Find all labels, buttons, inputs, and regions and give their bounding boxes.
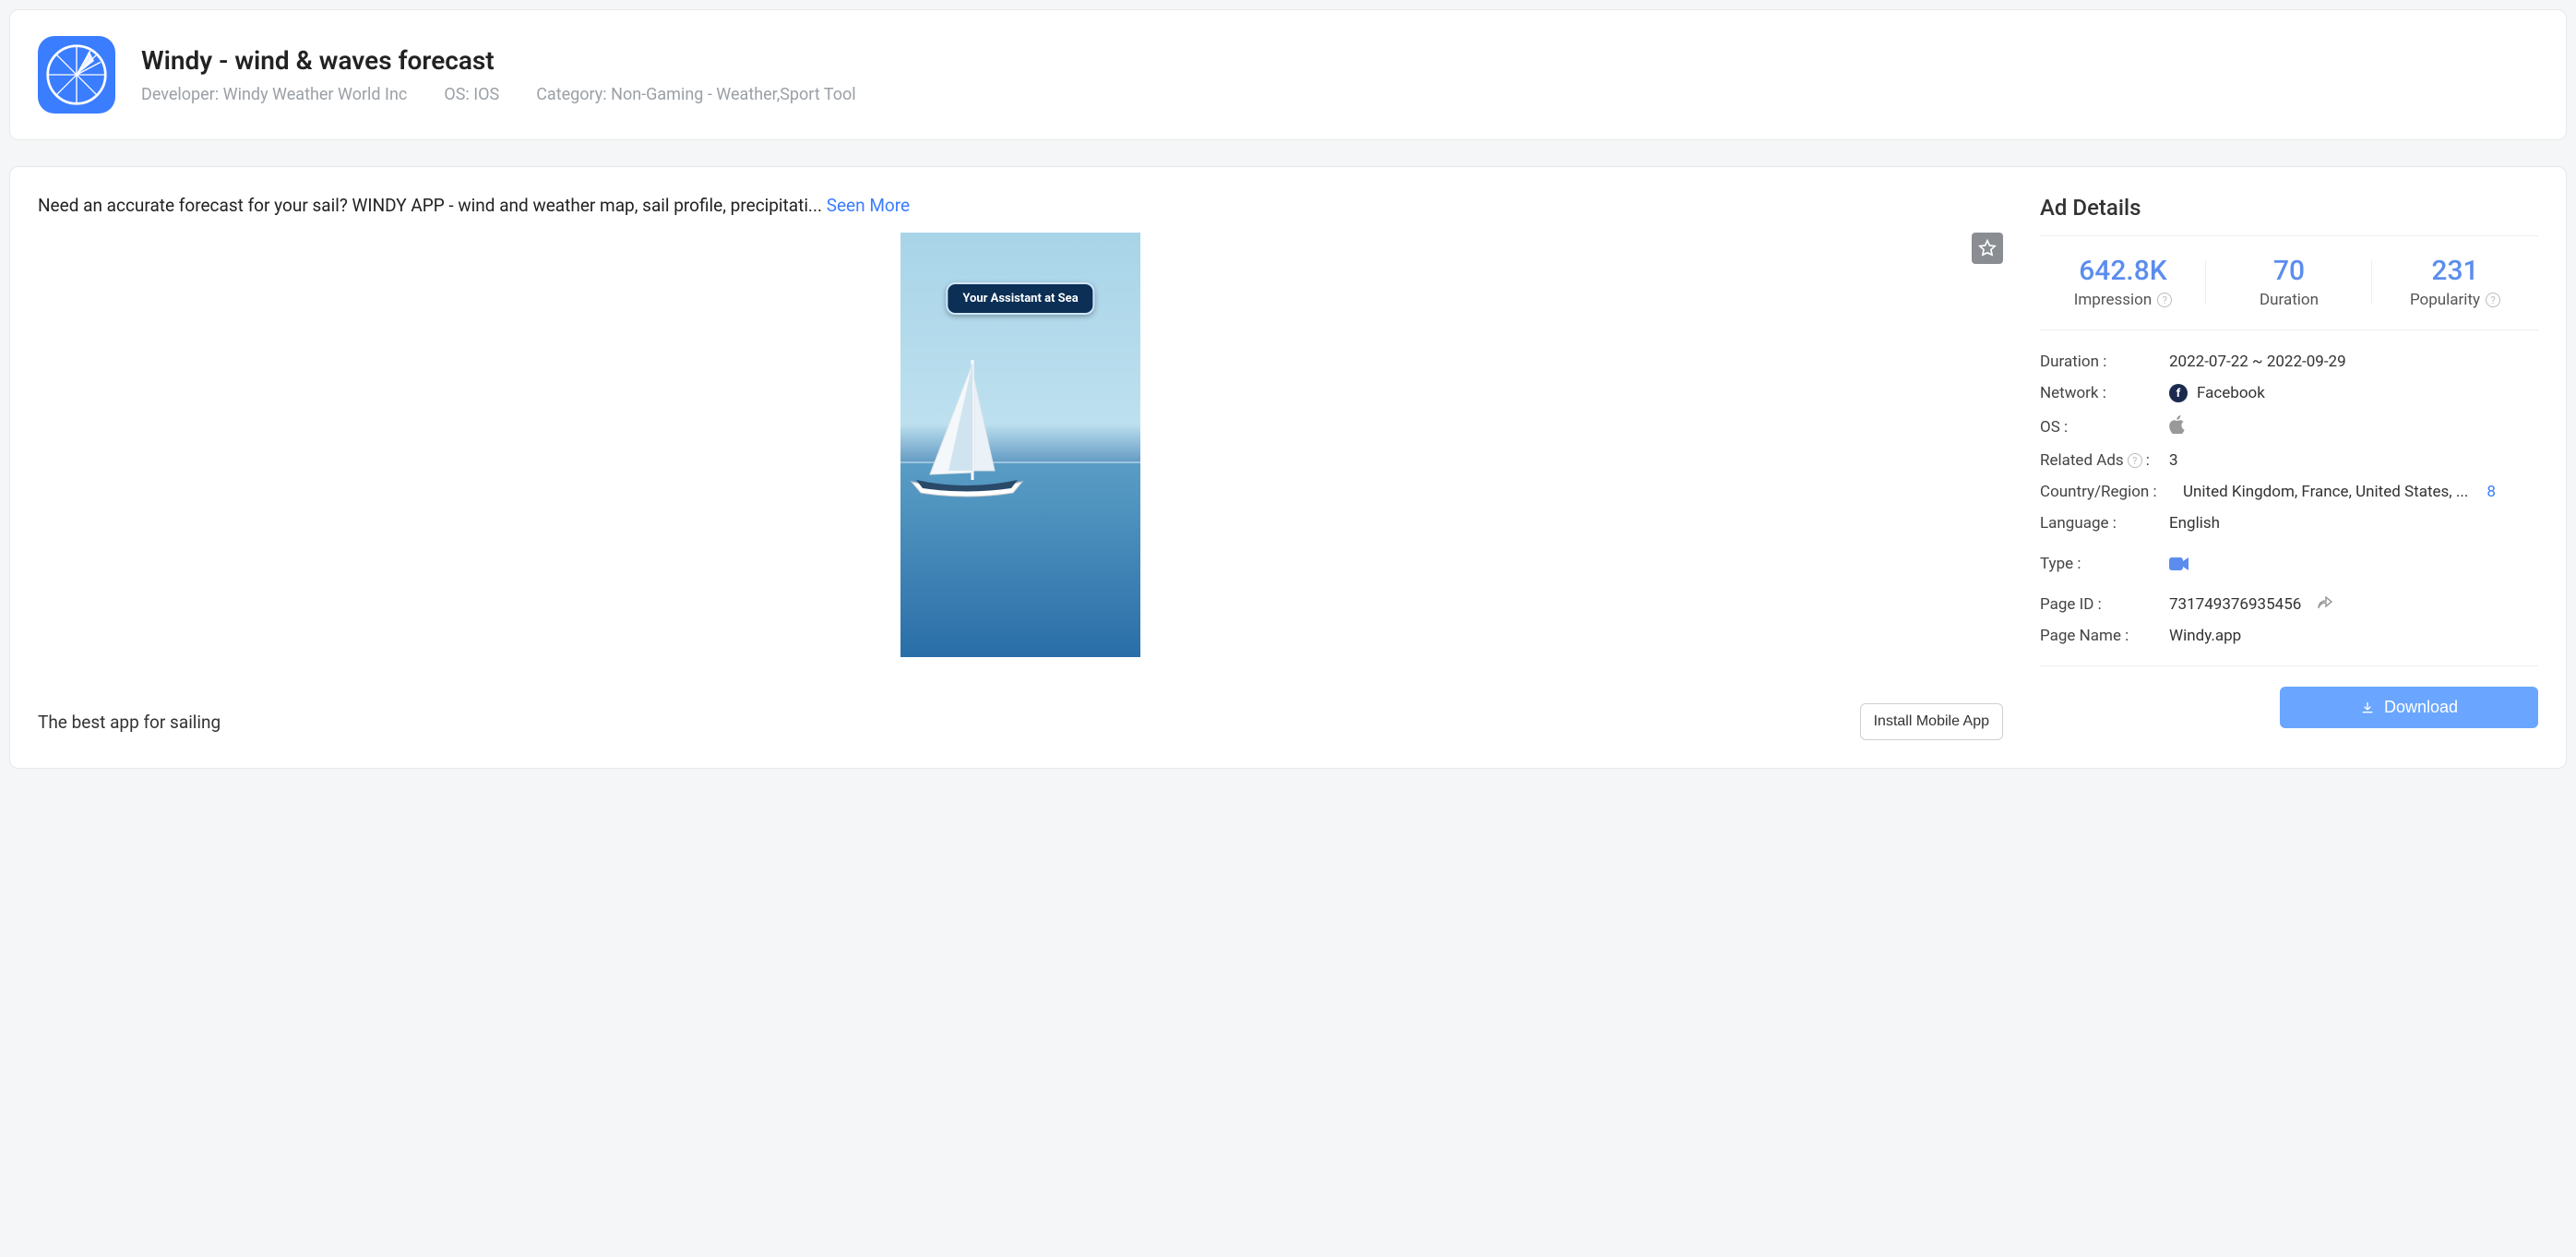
stat-impression: 642.8K Impression ? xyxy=(2040,255,2206,309)
ad-description: Need an accurate forecast for your sail?… xyxy=(38,195,2003,216)
sailboat-graphic xyxy=(902,353,1032,500)
star-icon xyxy=(1978,239,1997,257)
main-card: Need an accurate forecast for your sail?… xyxy=(9,166,2567,769)
app-header-card: Windy - wind & waves forecast Developer:… xyxy=(9,9,2567,140)
header-text: Windy - wind & waves forecast Developer:… xyxy=(141,45,856,104)
creative-container: Your Assistant at Sea xyxy=(38,233,2003,657)
developer-meta: Developer: Windy Weather World Inc xyxy=(141,85,407,104)
download-icon xyxy=(2360,700,2375,715)
country-count-link[interactable]: 8 xyxy=(2487,483,2496,501)
install-button[interactable]: Install Mobile App xyxy=(1860,703,2003,740)
ad-details-title: Ad Details xyxy=(2040,195,2538,236)
help-icon[interactable]: ? xyxy=(2128,453,2142,468)
row-related-ads: Related Ads ? : 3 xyxy=(2040,451,2538,470)
download-button[interactable]: Download xyxy=(2280,687,2538,728)
ad-creative[interactable]: Your Assistant at Sea xyxy=(900,233,1140,657)
row-page-name: Page Name : Windy.app xyxy=(2040,627,2538,645)
help-icon[interactable]: ? xyxy=(2486,293,2500,307)
stat-duration-value: 70 xyxy=(2206,255,2372,287)
category-meta: Category: Non-Gaming - Weather,Sport Too… xyxy=(536,85,855,104)
detail-rows: Duration : 2022-07-22 ~ 2022-09-29 Netwo… xyxy=(2040,353,2538,666)
stat-popularity: 231 Popularity ? xyxy=(2372,255,2538,309)
row-network: Network : f Facebook xyxy=(2040,384,2538,402)
row-page-id: Page ID : 731749376935456 xyxy=(2040,595,2538,614)
left-column: Need an accurate forecast for your sail?… xyxy=(38,195,2003,740)
os-meta: OS: IOS xyxy=(444,85,499,104)
facebook-icon: f xyxy=(2169,384,2188,402)
row-os: OS : xyxy=(2040,415,2538,438)
right-column: Ad Details 642.8K Impression ? 70 Durati… xyxy=(2040,195,2538,740)
creative-badge: Your Assistant at Sea xyxy=(946,282,1094,315)
stat-impression-value: 642.8K xyxy=(2040,255,2206,287)
favorite-button[interactable] xyxy=(1972,233,2003,264)
row-type: Type : xyxy=(2040,555,2538,573)
bottom-row: The best app for sailing Install Mobile … xyxy=(38,657,2003,740)
stat-duration: 70 Duration xyxy=(2206,255,2372,309)
help-icon[interactable]: ? xyxy=(2157,293,2172,307)
video-icon xyxy=(2169,557,2189,571)
description-text: Need an accurate forecast for your sail?… xyxy=(38,195,827,216)
stat-duration-label: Duration xyxy=(2260,291,2319,309)
row-duration: Duration : 2022-07-22 ~ 2022-09-29 xyxy=(2040,353,2538,371)
apple-icon xyxy=(2169,415,2186,438)
stat-popularity-label: Popularity ? xyxy=(2410,291,2500,309)
ad-caption: The best app for sailing xyxy=(38,712,221,733)
stat-popularity-value: 231 xyxy=(2372,255,2538,287)
row-language: Language : English xyxy=(2040,514,2538,533)
app-icon xyxy=(38,36,115,114)
stats-row: 642.8K Impression ? 70 Duration 231 Popu… xyxy=(2040,255,2538,330)
app-meta-row: Developer: Windy Weather World Inc OS: I… xyxy=(141,85,856,104)
row-country: Country/Region : United Kingdom, France,… xyxy=(2040,483,2538,501)
see-more-link[interactable]: Seen More xyxy=(827,195,910,216)
app-title: Windy - wind & waves forecast xyxy=(141,45,856,76)
stat-impression-label: Impression ? xyxy=(2074,291,2172,309)
share-icon[interactable] xyxy=(2318,595,2332,614)
